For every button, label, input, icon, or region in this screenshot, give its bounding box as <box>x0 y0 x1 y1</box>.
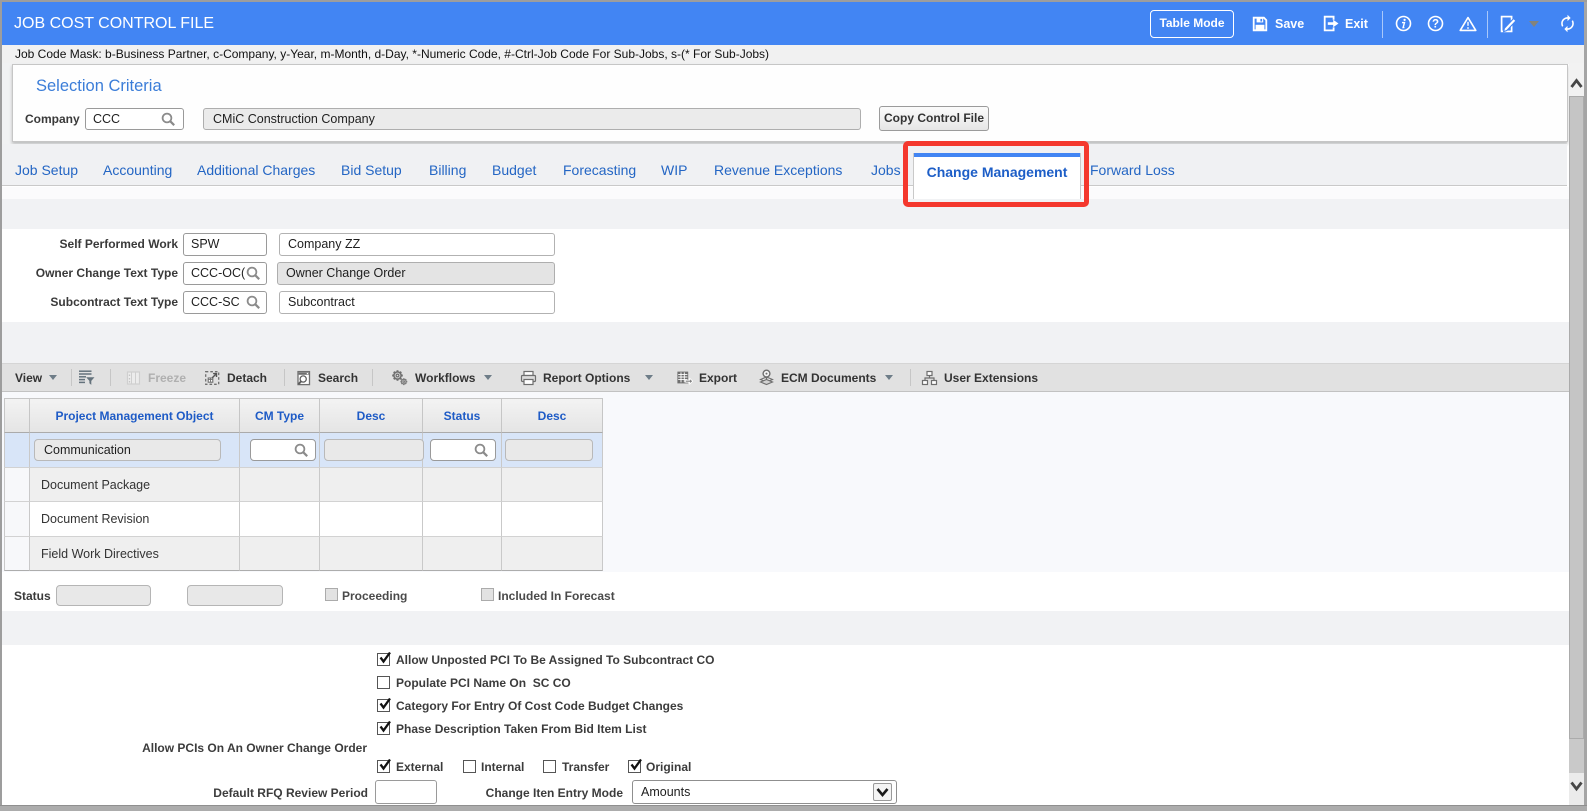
svg-text:?: ? <box>1432 19 1439 31</box>
